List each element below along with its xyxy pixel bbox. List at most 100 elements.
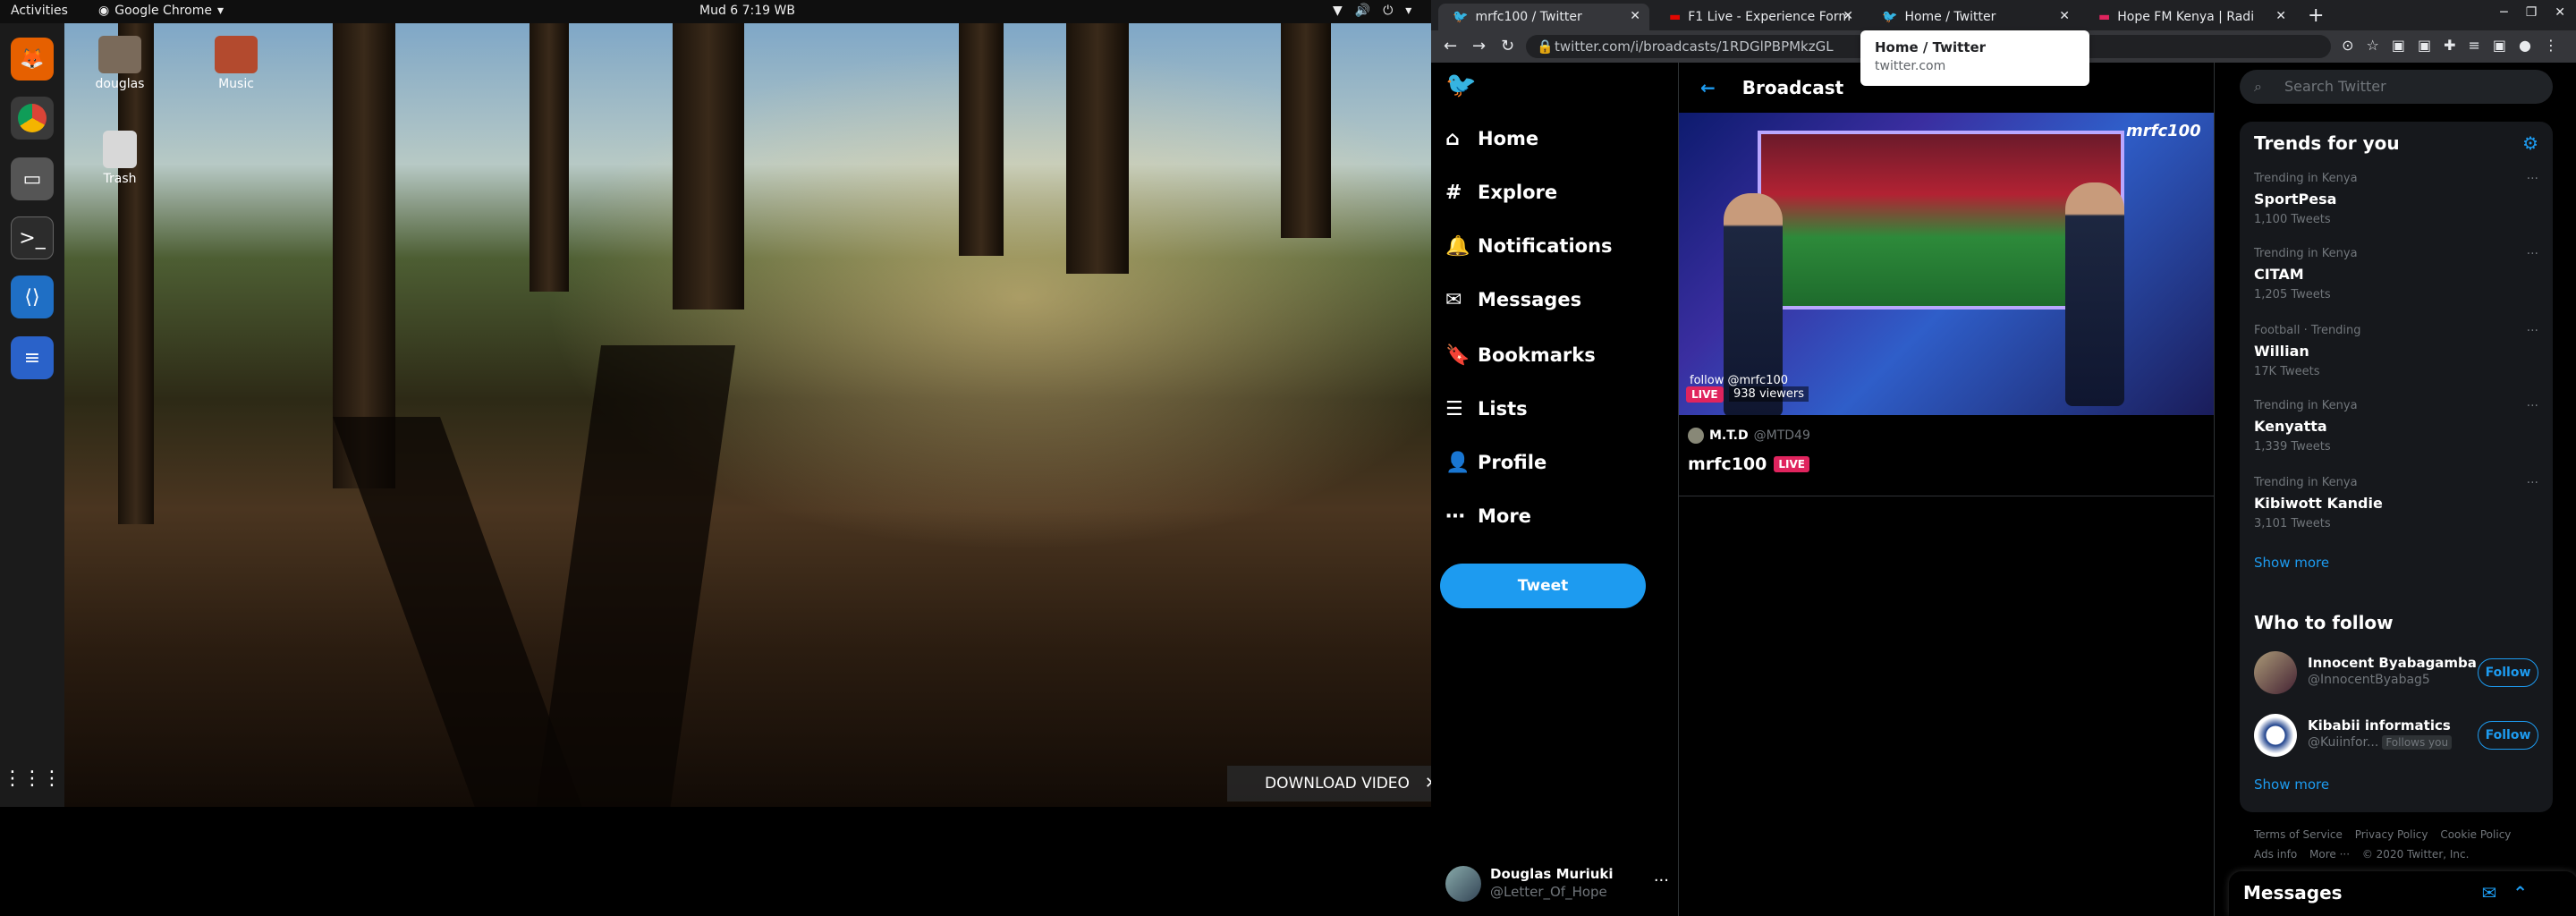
broadcaster-handle: @MTD49 — [1753, 428, 1810, 443]
nav-notifications[interactable]: 🔔 Notifications — [1445, 224, 1613, 268]
star-icon[interactable]: ☆ — [2367, 37, 2379, 54]
chrome-icon[interactable] — [11, 97, 54, 140]
activities-button[interactable]: Activities — [11, 4, 68, 18]
suggestion-name: Kibabii informatics — [2308, 717, 2451, 734]
tree-trunk — [673, 23, 744, 310]
tooltip-url: twitter.com — [1875, 59, 1946, 73]
trends-show-more-link[interactable]: Show more — [2254, 555, 2329, 571]
more-icon[interactable]: ··· — [2527, 247, 2538, 261]
nav-messages[interactable]: ✉ Messages — [1445, 277, 1581, 322]
suggestion-handle: @Kuiinfor... Follows you — [2308, 735, 2453, 750]
bell-icon: 🔔 — [1445, 234, 1470, 258]
tab-home-twitter[interactable]: 🐦 Home / Twitter ✕ — [1868, 4, 2079, 30]
new-tab-button[interactable]: + — [2308, 4, 2324, 27]
close-icon[interactable]: ✕ — [2059, 9, 2070, 23]
close-window-icon[interactable]: ✕ — [2555, 5, 2565, 20]
close-icon[interactable]: ✕ — [1630, 9, 1640, 23]
profile-avatar[interactable]: ● — [2519, 37, 2531, 54]
minimize-icon[interactable]: ─ — [2500, 5, 2507, 20]
more-icon[interactable]: ··· — [2527, 324, 2538, 338]
close-icon[interactable]: ✕ — [1425, 774, 1431, 793]
more-icon[interactable]: ··· — [2527, 399, 2538, 413]
firefox-icon[interactable]: 🦊 — [11, 38, 54, 81]
close-icon[interactable]: ✕ — [1843, 9, 1853, 23]
restore-icon[interactable]: ❐ — [2526, 5, 2538, 20]
follow-button[interactable]: Follow — [2478, 658, 2538, 687]
desktop-icon-music-folder[interactable]: Music — [199, 36, 274, 91]
tree-trunk — [118, 23, 154, 524]
app-menu[interactable]: ◉ Google Chrome ▾ — [98, 4, 224, 18]
footer-link[interactable]: Privacy Policy — [2355, 828, 2428, 841]
cast-icon[interactable]: ⊙ — [2342, 37, 2353, 54]
files-icon[interactable]: ▭ — [11, 157, 54, 200]
extension-icon[interactable]: ▣ — [2418, 37, 2431, 54]
download-video-bar[interactable]: DOWNLOAD VIDEO ✕ — [1227, 766, 1431, 802]
clock[interactable]: Mud 6 7:19 WB — [699, 4, 795, 18]
download-video-label[interactable]: DOWNLOAD VIDEO — [1265, 775, 1410, 793]
footer-link[interactable]: Ads info — [2254, 848, 2297, 861]
trend-item[interactable]: Trending in Kenya Kibiwott Kandie 3,101 … — [2254, 476, 2538, 551]
tab-mrfc100[interactable]: 🐦 mrfc100 / Twitter ✕ — [1438, 4, 1649, 30]
desktop-icon-home-folder[interactable]: douglas — [82, 36, 157, 91]
follow-button[interactable]: Follow — [2478, 721, 2538, 750]
account-switcher[interactable]: Douglas Muriuki @Letter_Of_Hope ··· — [1445, 859, 1669, 903]
close-icon[interactable]: ✕ — [2275, 9, 2286, 23]
new-message-icon[interactable]: ✉ — [2481, 882, 2496, 903]
puzzle-icon[interactable]: ✚ — [2444, 37, 2455, 54]
footer-link[interactable]: Cookie Policy — [2440, 828, 2511, 841]
desktop-icon-trash[interactable]: Trash — [82, 131, 157, 186]
broadcaster[interactable]: M.T.D @MTD49 — [1688, 428, 2207, 444]
more-icon[interactable]: ··· — [2527, 476, 2538, 490]
primary-nav: 🐦 ⌂ Home # Explore 🔔 Notifications ✉ Message… — [1431, 63, 1678, 916]
search-input[interactable]: ⌕ Search Twitter — [2240, 70, 2553, 104]
nav-explore[interactable]: # Explore — [1445, 170, 1557, 215]
footer-link[interactable]: Terms of Service — [2254, 828, 2343, 841]
reading-list-icon[interactable]: ≡ — [2469, 37, 2480, 54]
trend-item[interactable]: Trending in Kenya SportPesa 1,100 Tweets… — [2254, 172, 2538, 247]
twitter-logo-icon[interactable]: 🐦 — [1445, 70, 1477, 99]
tab-hope-fm[interactable]: ▬ Hope FM Kenya | Radi ✕ — [2084, 4, 2295, 30]
nav-profile[interactable]: 👤 Profile — [1445, 440, 1546, 485]
trash-icon — [103, 131, 137, 168]
nav-lists[interactable]: ☰ Lists — [1445, 386, 1528, 431]
nav-home[interactable]: ⌂ Home — [1445, 116, 1538, 161]
expand-icon[interactable]: ⌃ — [2512, 882, 2528, 903]
extension-icon[interactable]: ▣ — [2493, 37, 2506, 54]
tab-f1-live[interactable]: ▬ F1 Live - Experience Form ✕ — [1655, 4, 1862, 30]
terminal-icon[interactable]: >_ — [11, 216, 54, 259]
live-badge: LIVE — [1686, 386, 1724, 403]
reload-icon[interactable]: ↻ — [1501, 37, 1514, 55]
trend-context: Football · Trending — [2254, 324, 2361, 337]
forward-icon[interactable]: → — [1472, 37, 1486, 55]
text-editor-icon[interactable]: ≡ — [11, 336, 54, 379]
system-tray[interactable]: ▼ 🔊 ⏻ ▾ — [1333, 4, 1411, 18]
trend-item[interactable]: Trending in Kenya Kenyatta 1,339 Tweets … — [2254, 399, 2538, 474]
trend-item[interactable]: Football · Trending Willian 17K Tweets ·… — [2254, 324, 2538, 399]
window-controls: ─ ❐ ✕ — [2500, 5, 2565, 20]
who-to-follow-show-more-link[interactable]: Show more — [2254, 776, 2329, 793]
address-bar-url: twitter.com/i/broadcasts/1RDGlPBPMkzGL — [1555, 38, 1834, 55]
trend-count: 1,339 Tweets — [2254, 440, 2331, 454]
messages-drawer[interactable]: Messages ✉ ⌃ — [2229, 871, 2576, 916]
back-icon[interactable]: ← — [1444, 37, 1457, 55]
trend-item[interactable]: Trending in Kenya CITAM 1,205 Tweets ··· — [2254, 247, 2538, 322]
search-placeholder: Search Twitter — [2284, 78, 2386, 95]
tooltip-title: Home / Twitter — [1875, 39, 1987, 55]
footer-link[interactable]: More ··· — [2309, 848, 2350, 861]
follow-suggestion[interactable]: Innocent Byabagamba @InnocentByabag5 Fol… — [2254, 646, 2538, 700]
broadcast-video-player[interactable]: mrfc100 follow @mrfc100 LIVE 938 viewers — [1679, 113, 2214, 415]
extension-icon[interactable]: ▣ — [2392, 37, 2405, 54]
show-apps-icon[interactable]: ⋮⋮⋮ — [3, 757, 62, 800]
back-arrow-icon[interactable]: ← — [1700, 77, 1716, 98]
vscode-icon[interactable]: ⟨⟩ — [11, 276, 54, 318]
nav-more[interactable]: ⋯ More — [1445, 494, 1531, 539]
kebab-menu-icon[interactable]: ⋮ — [2544, 37, 2558, 54]
avatar — [1688, 428, 1704, 444]
trend-name: Kibiwott Kandie — [2254, 495, 2383, 512]
trend-name: Willian — [2254, 343, 2309, 360]
tweet-button[interactable]: Tweet — [1440, 564, 1646, 608]
nav-bookmarks[interactable]: 🔖 Bookmarks — [1445, 333, 1596, 377]
follow-suggestion[interactable]: Kibabii informatics @Kuiinfor... Follows … — [2254, 708, 2538, 762]
settings-gear-icon[interactable]: ⚙ — [2522, 132, 2538, 154]
more-icon[interactable]: ··· — [2527, 172, 2538, 186]
